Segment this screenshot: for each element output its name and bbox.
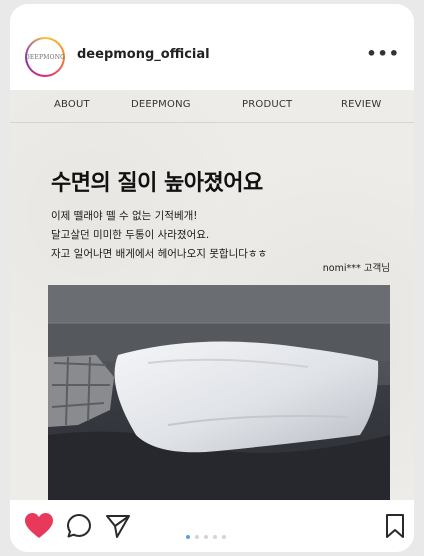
- review-line: 자고 일어나면 배게에서 헤어나오지 못합니다ㅎㅎ: [51, 248, 268, 260]
- carousel-dots: [186, 524, 231, 543]
- send-icon[interactable]: [104, 512, 132, 540]
- review-line: 이제 뗄래야 뗄 수 없는 기적베개!: [51, 210, 198, 222]
- carousel-dot: [222, 535, 226, 539]
- action-bar: [10, 500, 414, 552]
- reviewer-name: nomi*** 고객님: [322, 263, 390, 274]
- carousel-dot: [195, 535, 199, 539]
- bookmark-icon[interactable]: [384, 512, 406, 540]
- carousel-dot-active: [186, 535, 190, 539]
- carousel-dot: [213, 535, 217, 539]
- nav-item-product: PRODUCT: [242, 99, 293, 110]
- post-card: DEEPMONG deepmong_official ••• ABOUT DEE…: [10, 4, 414, 552]
- post-header: DEEPMONG deepmong_official •••: [10, 4, 414, 90]
- heart-icon[interactable]: [24, 512, 54, 540]
- pillow-on-bed-illustration: [48, 285, 390, 500]
- nav-item-about: ABOUT: [54, 99, 90, 110]
- pillow-photo: [48, 285, 390, 500]
- avatar-logo: DEEPMONG: [25, 39, 65, 75]
- nav-item-deepmong: DEEPMONG: [131, 99, 191, 110]
- avatar[interactable]: DEEPMONG: [25, 37, 65, 77]
- image-nav-bar: ABOUT DEEPMONG PRODUCT REVIEW: [10, 90, 414, 123]
- post-image: ABOUT DEEPMONG PRODUCT REVIEW 수면의 질이 높아졌…: [10, 90, 414, 500]
- carousel-dot: [204, 535, 208, 539]
- more-dots-icon[interactable]: •••: [366, 44, 400, 63]
- comment-icon[interactable]: [65, 512, 93, 540]
- review-headline: 수면의 질이 높아졌어요: [51, 171, 263, 196]
- username[interactable]: deepmong_official: [77, 47, 210, 62]
- nav-item-review: REVIEW: [341, 99, 382, 110]
- review-line: 달고살던 미미한 두통이 사라졌어요.: [51, 229, 210, 241]
